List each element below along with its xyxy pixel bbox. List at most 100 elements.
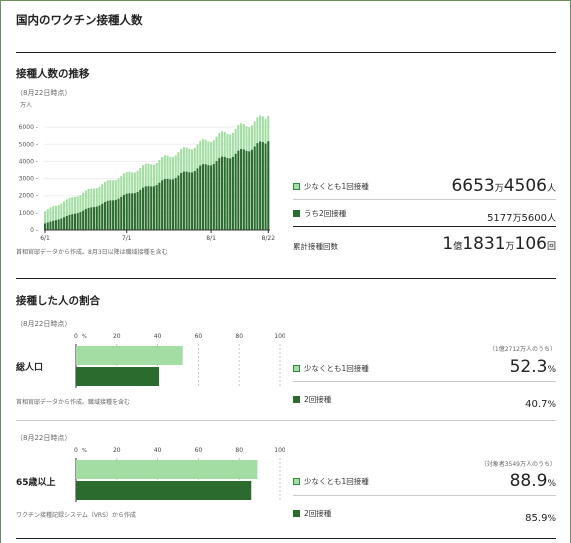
bar-two-dose (101, 203, 104, 230)
legend-one-dose: 少なくとも1回接種 (293, 181, 369, 192)
y-tick-label: 2000 - (19, 193, 38, 200)
divider (16, 52, 556, 53)
x-tick-label: 8/1 (206, 235, 216, 242)
axis-label: 60 (195, 447, 203, 454)
stat-cumulative-man: 1831 (462, 234, 506, 254)
bar-two-dose (267, 141, 270, 230)
bar-two-dose (152, 186, 155, 230)
bar-two-dose (136, 191, 139, 230)
legend-dark-swatch (293, 396, 300, 403)
bar-two-dose (139, 189, 142, 230)
bar-two-dose (79, 212, 82, 230)
bar-two-dose (204, 164, 207, 230)
stat-two-dose-man: 5177 (487, 213, 513, 224)
bar-two-dose (166, 178, 169, 230)
bar-two-dose (161, 180, 164, 230)
bar-two-dose (207, 165, 210, 230)
axis-label: 100 (274, 447, 285, 454)
bar-two-dose (76, 367, 160, 386)
axis-label: 40 (154, 447, 162, 454)
bar-two-dose (174, 178, 177, 230)
y-tick-label: 1000 - (19, 210, 38, 217)
bar-one-dose (76, 346, 183, 365)
bar-two-dose (226, 158, 229, 230)
axis-label: 100 (274, 333, 285, 340)
unit-man: 万 (512, 214, 522, 224)
stat-two-dose-people: 5600 (521, 213, 547, 224)
stat-cumulative-kai: 106 (514, 234, 547, 254)
bar-two-dose (133, 193, 136, 230)
block1-one-dose-label: 少なくとも1回接種 (304, 364, 369, 373)
bar-two-dose (158, 182, 161, 230)
block1-two-dose: 40.7% (525, 392, 556, 411)
bar-two-dose (76, 481, 252, 500)
stat-divider (293, 495, 556, 496)
block1-date-note: （8月22日時点） (16, 320, 72, 328)
y-tick-label: 4000 - (19, 158, 38, 165)
block2-base-note: （対象者3549万人のうち） (480, 461, 556, 468)
axis-label: 80 (235, 447, 243, 454)
axis-label: 0 (74, 333, 78, 340)
block1-legend-two: 2回接種 (293, 394, 331, 405)
axis-label: 80 (235, 333, 243, 340)
bar-two-dose (242, 149, 245, 230)
bar-two-dose (201, 164, 204, 230)
bar-two-dose (117, 198, 120, 230)
bar-two-dose (87, 207, 90, 230)
bar-two-dose (122, 194, 126, 230)
stat-divider (293, 226, 556, 227)
block1-two-dose-label: 2回接種 (304, 395, 332, 404)
bar-two-dose (73, 213, 76, 230)
bar-two-dose (169, 179, 172, 230)
unit-man: 万 (505, 242, 515, 252)
bar-two-dose (223, 156, 226, 230)
bar-two-dose (68, 214, 71, 230)
bar-two-dose (84, 209, 87, 230)
bar-two-dose (44, 223, 47, 230)
legend-dark-swatch (293, 210, 300, 217)
trend-date-note: （8月22日時点） (16, 89, 72, 97)
bar-two-dose (82, 210, 85, 230)
bar-two-dose (171, 179, 175, 230)
trend-heading: 接種人数の推移 (16, 68, 90, 80)
bar-two-dose (245, 150, 248, 230)
legend-dark-swatch (293, 510, 300, 517)
unit-nin: 人 (546, 214, 556, 224)
bar-two-dose (237, 150, 240, 230)
bar-two-dose (155, 185, 158, 230)
bar-two-dose (256, 143, 259, 230)
bar-two-dose (188, 172, 191, 230)
bar-two-dose (60, 218, 63, 230)
y-tick-label: 5000 - (19, 141, 38, 148)
bar-two-dose (93, 207, 96, 230)
bar-two-dose (57, 219, 60, 230)
divider (16, 538, 556, 539)
bar-two-dose (185, 171, 188, 230)
bar-two-dose (109, 200, 112, 230)
bar-two-dose (240, 149, 243, 230)
x-tick-label: 8/22 (262, 235, 276, 242)
stat-one-dose-people: 4506 (503, 176, 547, 196)
axis-label: 20 (113, 333, 121, 340)
legend-light-swatch (293, 183, 300, 190)
bar-two-dose (147, 186, 150, 230)
y-tick-label: 3000 - (19, 176, 38, 183)
axis-pct-label: % (82, 334, 87, 340)
bar-two-dose (212, 164, 215, 230)
legend-two-dose-label: うち2回接種 (304, 209, 347, 218)
legend-light-swatch (293, 365, 300, 372)
stat-divider (293, 381, 556, 382)
bar-two-dose (250, 149, 253, 230)
bar-two-dose (191, 172, 194, 230)
ratio-chart-total: 0 20 40 60 80 100% (74, 333, 285, 388)
axis-label: 0 (74, 447, 78, 454)
block1-legend-one: 少なくとも1回接種 (293, 363, 369, 374)
bar-two-dose (199, 165, 202, 230)
x-tick-label: 7/1 (122, 235, 132, 242)
axis-label: 40 (154, 333, 162, 340)
bar-two-dose (120, 196, 123, 230)
stat-two-dose: 5177万5600人 (487, 206, 556, 225)
stat-cumulative-oku: 1 (442, 234, 454, 254)
bar-two-dose (46, 222, 49, 230)
bar-two-dose (131, 193, 134, 230)
